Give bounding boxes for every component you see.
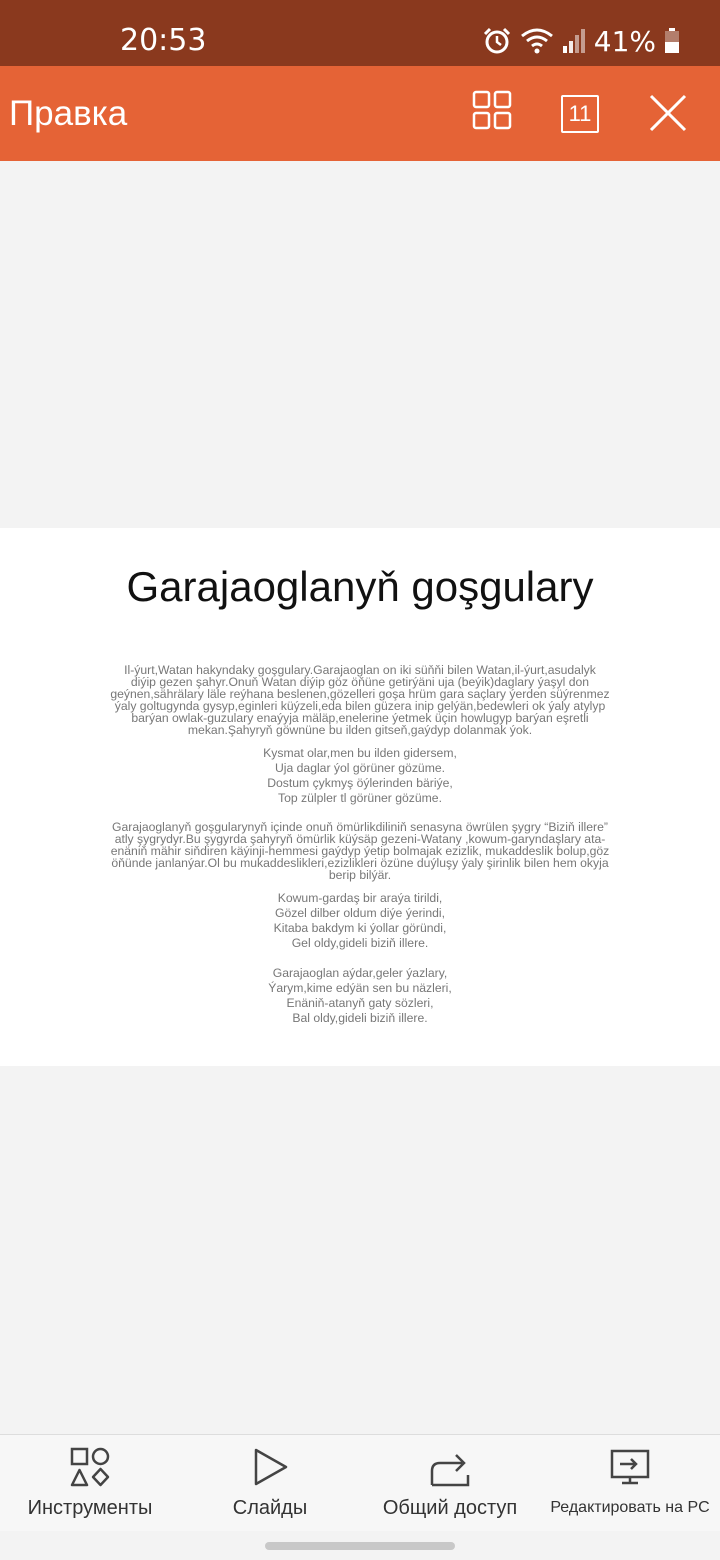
wifi-icon bbox=[520, 27, 554, 55]
slide-body: Il-ýurt,Watan hakyndaky goşgulary.Garaja… bbox=[110, 664, 610, 1041]
status-time: 20:53 bbox=[120, 23, 207, 58]
stanza-line: Gel oldy,gideli biziň illere. bbox=[291, 936, 429, 950]
stanza-line: Kitaba bakdym ki ýollar göründi, bbox=[273, 921, 447, 935]
stanza-line: Kowum-gardaş bir araýa tirildi, bbox=[277, 891, 443, 905]
tools-button[interactable]: Инструменты bbox=[0, 1435, 180, 1531]
stanza-3: Garajaoglan aýdar,geler ýazlary, Ýarym,k… bbox=[110, 966, 610, 1026]
stanza-line: Garajaoglan aýdar,geler ýazlary, bbox=[272, 966, 448, 980]
slide-count: 11 bbox=[561, 95, 599, 133]
bottom-toolbar: Инструменты Слайды Общий доступ Редактир… bbox=[0, 1434, 720, 1531]
close-icon bbox=[649, 94, 687, 132]
monitor-icon bbox=[610, 1447, 650, 1492]
stanza-line: Enäniň-atanyň gaty sözleri, bbox=[286, 996, 434, 1010]
close-button[interactable] bbox=[648, 93, 696, 141]
battery-icon bbox=[664, 28, 680, 54]
slides-label: Слайды bbox=[232, 1497, 308, 1519]
stanza-line: Top zülpler tl görüner gözüme. bbox=[278, 791, 442, 805]
slide-count-button[interactable]: 11 bbox=[561, 95, 609, 143]
tools-icon bbox=[70, 1447, 110, 1492]
status-icons: 41% bbox=[482, 22, 680, 60]
alarm-icon bbox=[482, 26, 512, 56]
share-label: Общий доступ bbox=[382, 1497, 518, 1519]
stanza-line: Uja daglar ýol görüner gözüme. bbox=[274, 761, 446, 775]
stanza-line: Dostum çykmyş öýlerinden bäriýe, bbox=[267, 776, 453, 790]
stanza-2: Kowum-gardaş bir araýa tirildi, Gözel di… bbox=[110, 891, 610, 951]
grid-icon bbox=[472, 90, 512, 130]
edit-on-pc-button[interactable]: Редактировать на PC bbox=[540, 1435, 720, 1531]
intro-paragraph: Il-ýurt,Watan hakyndaky goşgulary.Garaja… bbox=[110, 663, 610, 737]
stanza-line: Ýarym,kime edýän sen bu näzleri, bbox=[268, 981, 452, 995]
middle-paragraph: Garajaoglanyň goşgularynyň içinde onuň ö… bbox=[110, 820, 610, 882]
share-icon bbox=[428, 1447, 472, 1492]
stanza-line: Kysmat olar,men bu ilden gidersem, bbox=[263, 746, 457, 760]
grid-view-button[interactable] bbox=[472, 90, 520, 138]
play-icon bbox=[250, 1447, 290, 1492]
slide-title: Garajaoglanyň goşgulary bbox=[126, 563, 594, 610]
stanza-line: Gözel dilber oldum diýe ýerindi, bbox=[274, 906, 446, 920]
edit-on-pc-label: Редактировать на PC bbox=[550, 1499, 710, 1516]
home-indicator[interactable] bbox=[265, 1542, 455, 1550]
tools-label: Инструменты bbox=[27, 1497, 153, 1519]
slides-button[interactable]: Слайды bbox=[180, 1435, 360, 1531]
stanza-1: Kysmat olar,men bu ilden gidersem, Uja d… bbox=[110, 746, 610, 806]
status-bar: 20:53 41% bbox=[0, 0, 720, 66]
top-toolbar: Правка 11 bbox=[0, 66, 720, 161]
edit-title[interactable]: Правка bbox=[9, 92, 127, 136]
signal-icon bbox=[562, 28, 586, 54]
share-button[interactable]: Общий доступ bbox=[360, 1435, 540, 1531]
slide-canvas[interactable]: Garajaoglanyň goşgulary Il-ýurt,Watan ha… bbox=[0, 528, 720, 1066]
stanza-line: Bal oldy,gideli biziň illere. bbox=[292, 1011, 428, 1025]
battery-percent: 41% bbox=[593, 24, 656, 58]
